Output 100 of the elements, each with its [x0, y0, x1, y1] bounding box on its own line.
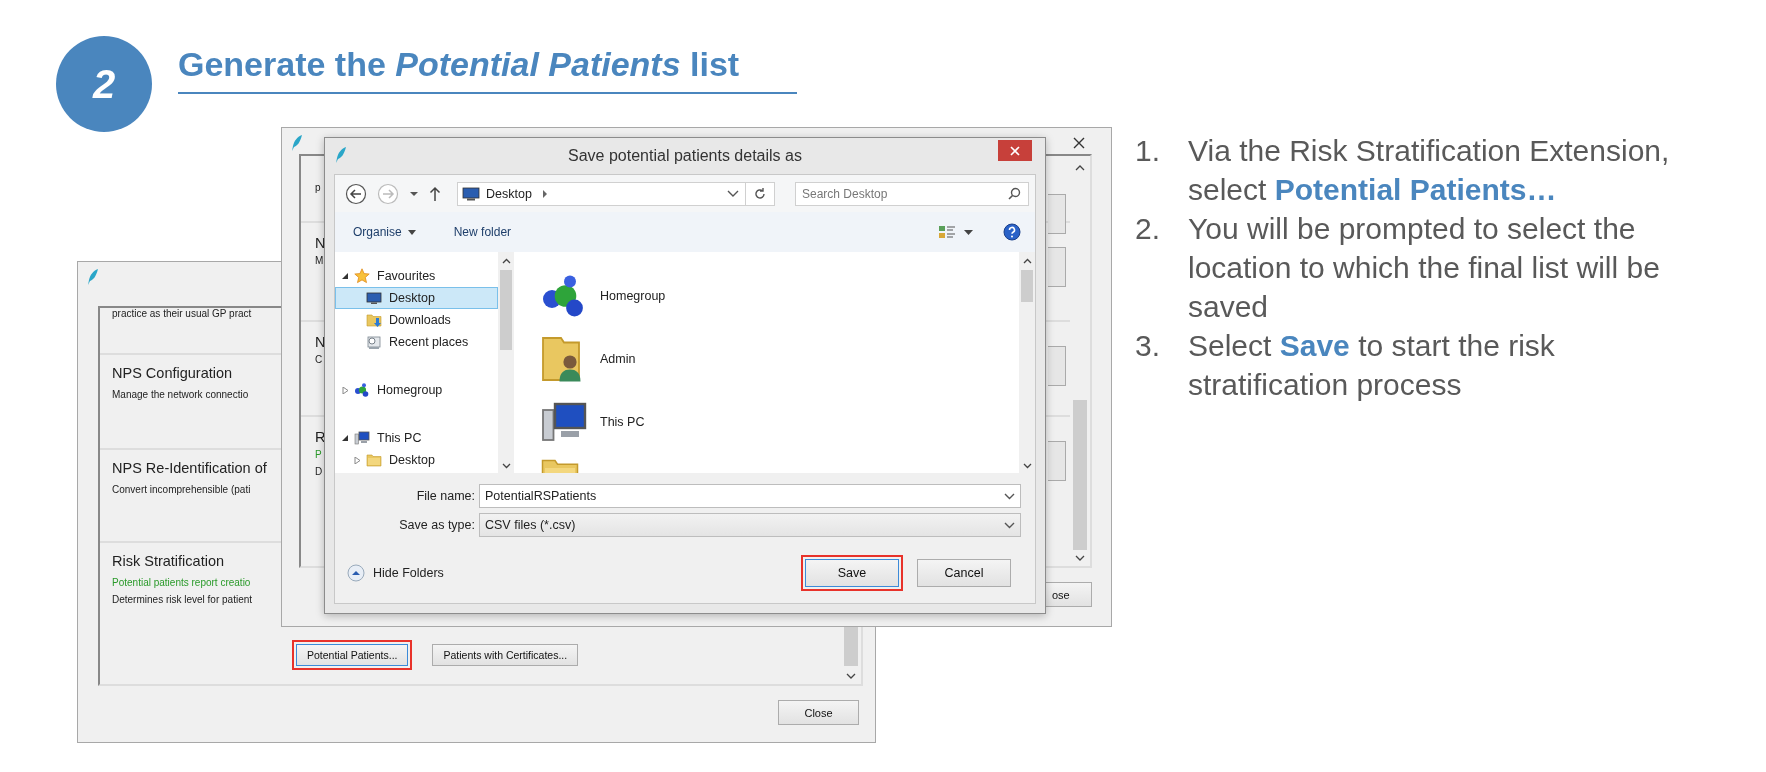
step-number-text: 2. — [1135, 211, 1162, 247]
instruction-text: Select Save to start the risk stratification process — [1188, 328, 1556, 403]
scroll-up-icon[interactable] — [501, 258, 511, 264]
caret-icon[interactable] — [964, 229, 973, 235]
help-icon[interactable] — [1003, 223, 1021, 241]
extension-title: R — [315, 429, 326, 445]
extension-title: Risk Stratification — [112, 553, 224, 569]
expanded-icon[interactable] — [342, 272, 349, 280]
cancel-button[interactable]: Cancel — [917, 558, 1011, 587]
nav-item[interactable]: Desktop — [335, 287, 498, 309]
extension-title: NPS Re-Identification of — [112, 460, 267, 476]
status-text: P — [315, 449, 322, 460]
up-arrow-icon[interactable] — [429, 185, 441, 202]
hide-folders-button[interactable]: Hide Folders — [373, 565, 444, 580]
nav-item[interactable]: Downloads — [335, 309, 498, 331]
search-icon[interactable] — [1008, 186, 1021, 200]
description-text: M — [315, 255, 324, 266]
organise-menu[interactable]: Organise — [347, 223, 422, 241]
scroll-thumb[interactable] — [1021, 270, 1033, 302]
description-text: D — [315, 466, 323, 477]
back-icon[interactable] — [345, 182, 367, 205]
field-label: Save as type: — [398, 518, 476, 532]
monitor-icon — [462, 186, 480, 201]
nav-label: Downloads — [389, 313, 451, 327]
description-text: C — [315, 354, 323, 365]
nav-label: Favourites — [377, 269, 436, 283]
collapsed-icon[interactable] — [342, 386, 349, 394]
file-label[interactable]: This PC — [600, 414, 645, 429]
chevron-right-icon[interactable] — [541, 189, 548, 198]
scroll-thumb[interactable] — [1073, 400, 1087, 550]
caret-icon[interactable] — [407, 229, 416, 235]
monitor-icon — [366, 290, 382, 306]
step-number-text: 3. — [1135, 328, 1162, 364]
extension-title: NPS Configuration — [112, 365, 233, 381]
close-icon[interactable] — [1073, 137, 1085, 149]
nav-item[interactable]: Homegroup — [335, 379, 498, 401]
star-icon — [354, 268, 370, 284]
chevron-down-icon[interactable] — [1004, 521, 1015, 529]
scroll-thumb[interactable] — [500, 270, 512, 350]
scrollbar[interactable] — [498, 252, 514, 473]
close-button[interactable]: ose — [1046, 582, 1092, 607]
step-number: 2 — [56, 36, 152, 132]
nav-item[interactable]: Desktop — [335, 449, 498, 471]
computer-icon — [354, 430, 370, 446]
section-heading: Generate the Potential Patients list — [178, 44, 797, 94]
description-text: practice as their usual GP pract — [112, 308, 252, 319]
spheres-icon — [354, 382, 370, 398]
collapsed-icon[interactable] — [354, 456, 361, 464]
close-button[interactable] — [998, 140, 1032, 161]
status-text: Potential patients report creatio — [112, 577, 251, 588]
scroll-down-icon[interactable] — [501, 463, 511, 469]
list-action-button[interactable]: Patients with Certificates... — [432, 644, 579, 666]
search-field[interactable]: Search Desktop — [795, 181, 1029, 206]
download-folder-icon — [366, 312, 382, 328]
feather-icon — [290, 134, 304, 152]
dialog-title: Save potential patients details as — [568, 147, 802, 165]
file-label[interactable]: Homegroup — [600, 288, 666, 303]
list-action-button[interactable]: Potential Patients... — [296, 644, 409, 666]
description-text: Determines risk level for patient — [112, 594, 253, 605]
step-number-text: 1. — [1135, 133, 1162, 169]
nav-label: Desktop — [389, 453, 435, 467]
instruction-text: Via the Risk Stratification Extension, select Potential Patients… — [1188, 133, 1671, 208]
file-label[interactable]: Admin — [600, 351, 636, 366]
scrollbar[interactable] — [1019, 252, 1035, 473]
nav-label: Desktop — [389, 291, 435, 305]
clock-window-icon — [366, 334, 382, 350]
save-button[interactable]: Save — [805, 558, 899, 587]
collapse-up-icon[interactable] — [347, 563, 365, 582]
scroll-down-icon[interactable] — [1075, 554, 1085, 562]
extension-title: N — [315, 235, 326, 251]
expanded-icon[interactable] — [342, 434, 349, 442]
chevron-down-icon[interactable] — [1004, 492, 1015, 500]
new-folder-button[interactable]: New folder — [447, 223, 518, 241]
view-options-icon[interactable] — [938, 224, 956, 240]
nav-label: Homegroup — [377, 383, 443, 397]
folder-icon — [366, 452, 382, 468]
nav-item[interactable]: Favourites — [335, 265, 498, 287]
extension-title: N — [315, 334, 326, 350]
nav-item[interactable]: This PC — [335, 427, 498, 449]
scroll-down-icon[interactable] — [1022, 463, 1032, 469]
field-label: File name: — [415, 489, 476, 503]
description-text: Convert incomprehensible (pati — [112, 484, 251, 495]
scroll-up-icon[interactable] — [1022, 258, 1032, 264]
description-text: Manage the network connectio — [112, 389, 249, 400]
scroll-down-icon[interactable] — [846, 672, 856, 680]
close-button[interactable]: Close — [778, 700, 859, 725]
caret-icon[interactable] — [409, 190, 419, 197]
nav-label: This PC — [377, 431, 422, 445]
close-icon — [1010, 145, 1020, 156]
description-text: p — [315, 182, 321, 193]
chevron-down-icon[interactable] — [727, 189, 739, 198]
feather-icon — [86, 268, 100, 286]
address-bar[interactable]: Desktop — [457, 181, 775, 206]
scroll-up-icon[interactable] — [1075, 164, 1085, 172]
file-type-dropdown[interactable]: CSV files (*.csv) — [479, 513, 1021, 537]
address-text: Desktop — [486, 186, 532, 201]
nav-label: Recent places — [389, 335, 469, 349]
feather-icon — [334, 146, 348, 164]
nav-item[interactable]: Recent places — [335, 331, 498, 353]
file-name-field[interactable]: PotentialRSPatients — [479, 484, 1021, 508]
